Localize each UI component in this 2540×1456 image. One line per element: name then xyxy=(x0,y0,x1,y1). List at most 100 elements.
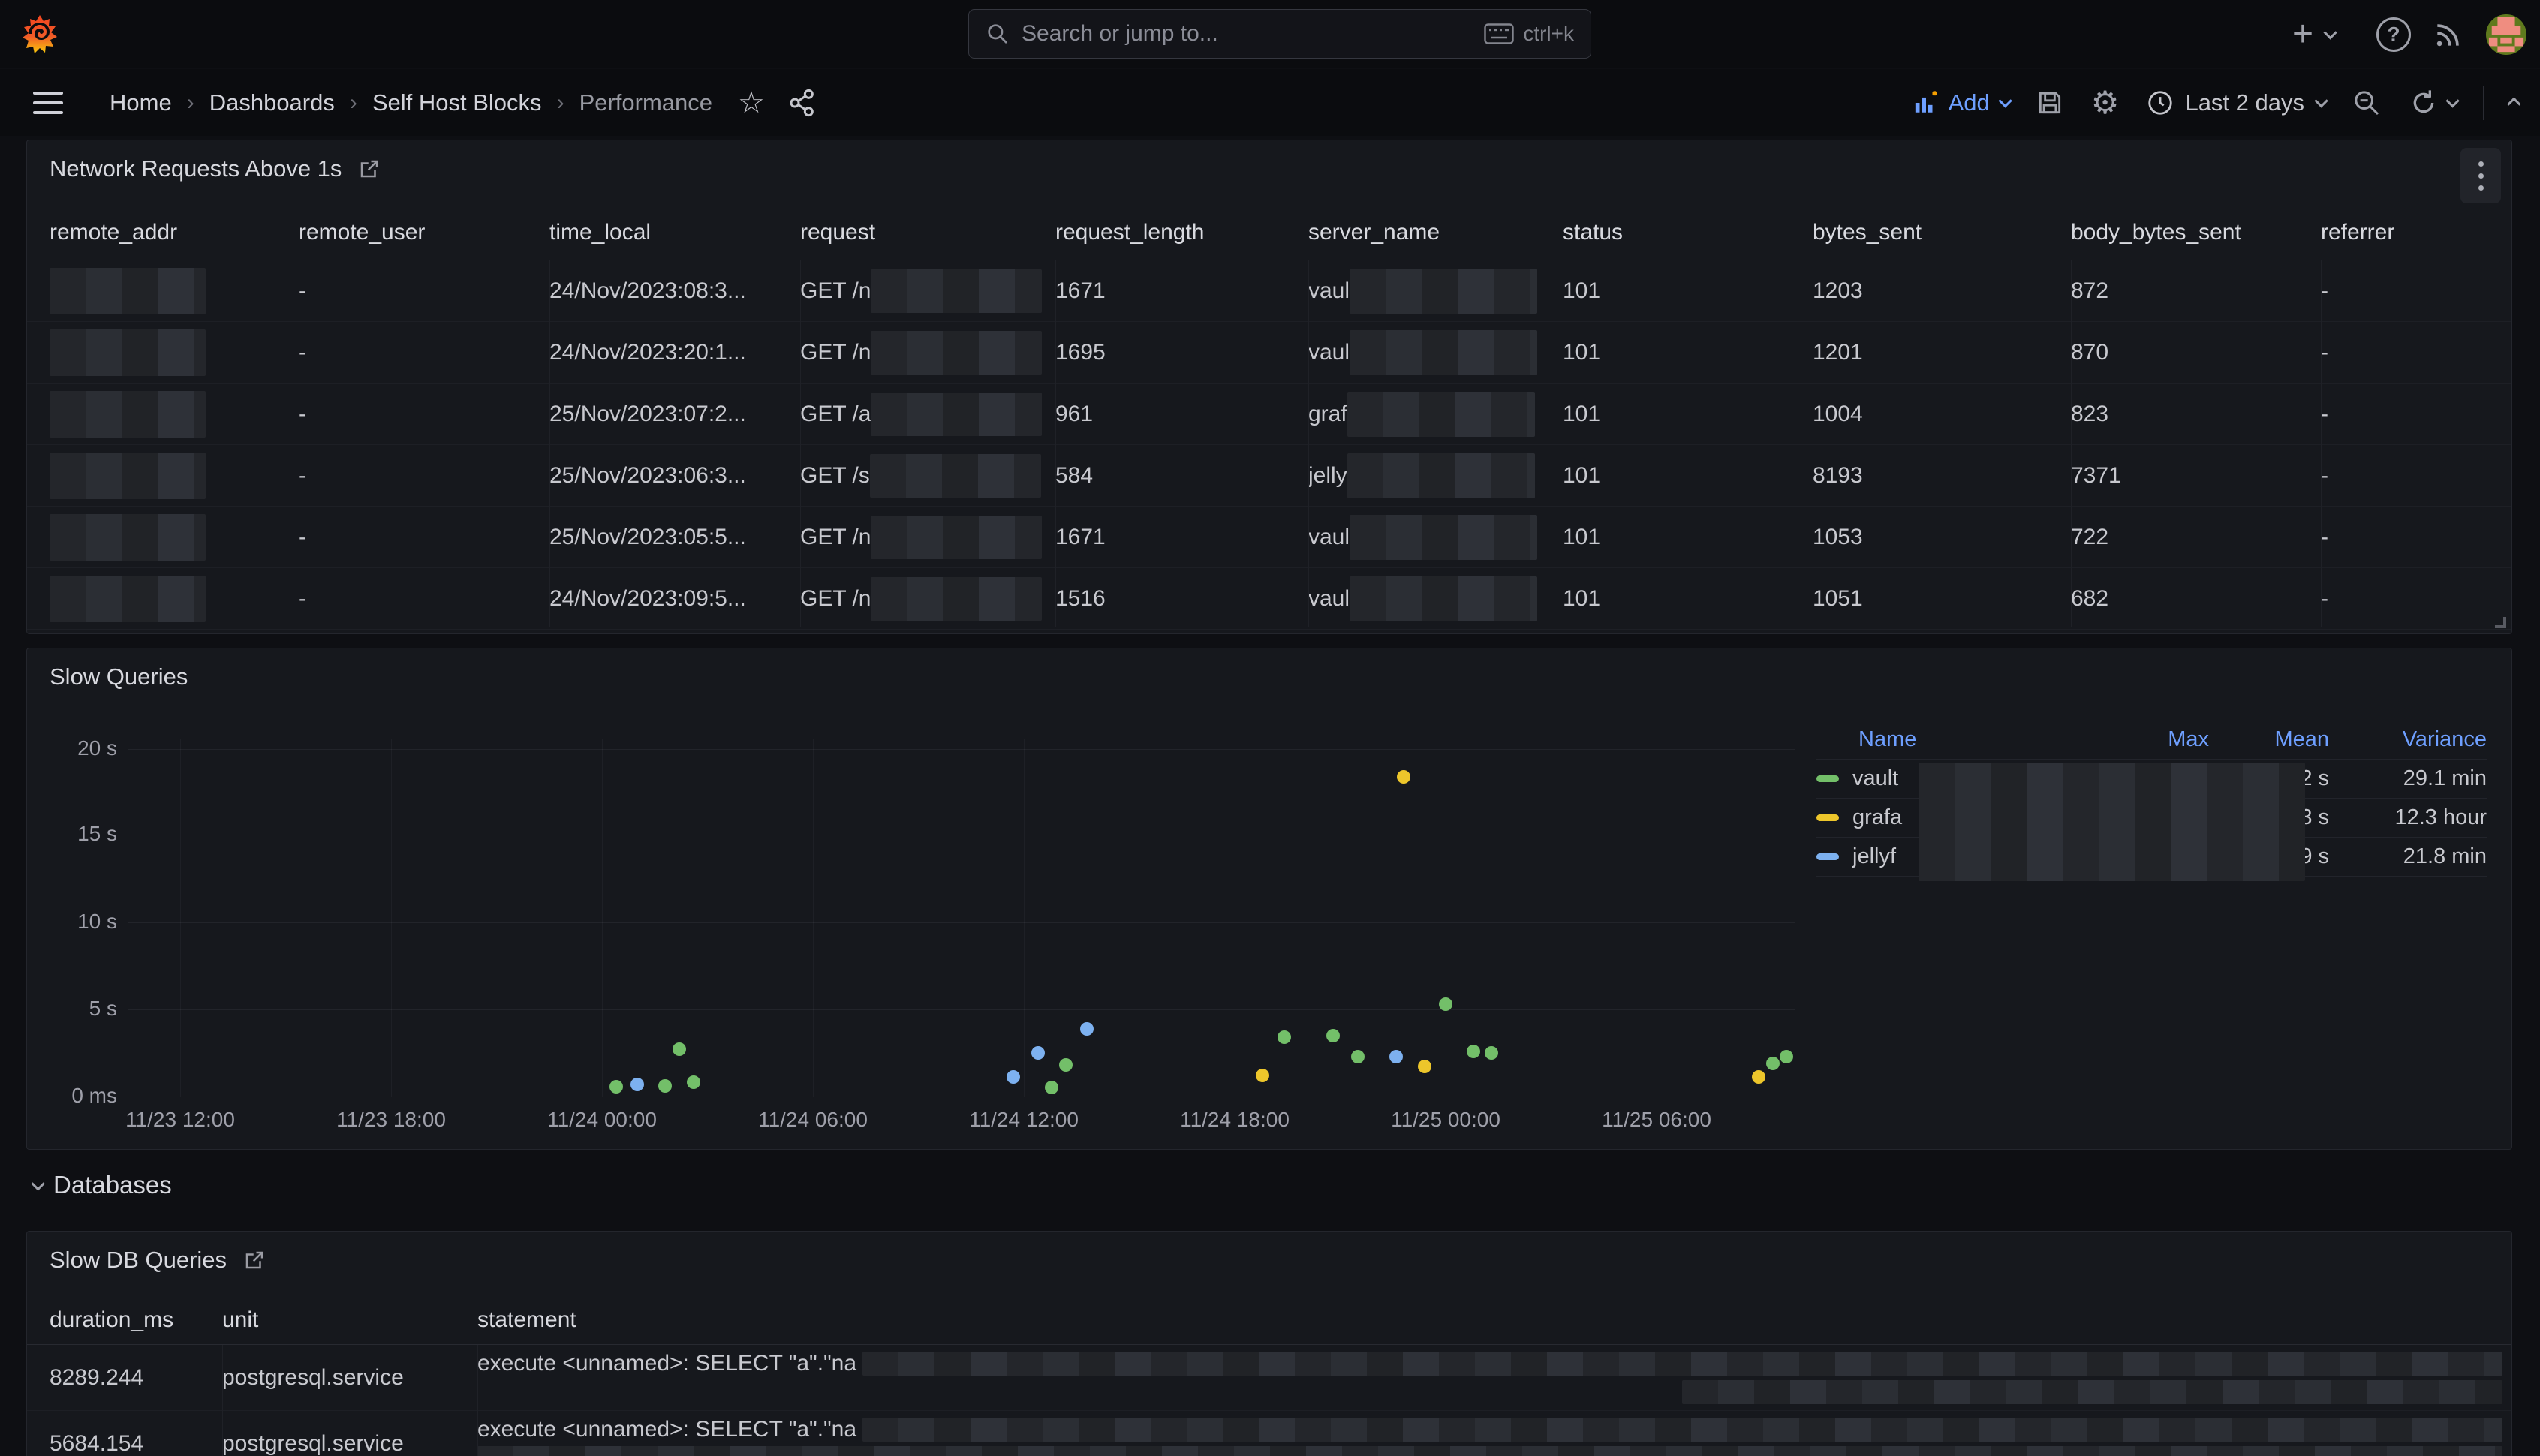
external-link-icon[interactable] xyxy=(243,1249,266,1271)
search-input[interactable]: Search or jump to... ctrl+k xyxy=(968,9,1591,59)
cell-bytes-sent: 1053 xyxy=(1813,525,2071,550)
cell-time-local: 25/Nov/2023:07:2... xyxy=(549,402,800,427)
cell-status: 101 xyxy=(1563,586,1813,612)
menu-icon[interactable] xyxy=(33,92,63,114)
save-dashboard-icon[interactable] xyxy=(2036,89,2064,117)
help-icon[interactable]: ? xyxy=(2376,17,2411,52)
breadcrumb-dashboards[interactable]: Dashboards xyxy=(209,89,335,116)
column-divider xyxy=(222,1345,223,1456)
refresh-button[interactable] xyxy=(2409,88,2456,118)
cell-duration-ms: 5684.154 xyxy=(50,1431,222,1456)
column-header[interactable]: request_length xyxy=(1055,220,1308,245)
column-header[interactable]: unit xyxy=(222,1307,477,1333)
panel-title[interactable]: Slow DB Queries xyxy=(50,1247,227,1274)
add-panel-button[interactable]: Add xyxy=(1913,89,2009,116)
row-title: Databases xyxy=(53,1171,172,1199)
cell-status: 101 xyxy=(1563,463,1813,489)
redacted-cell xyxy=(871,577,1042,621)
scatter-point-vault xyxy=(1780,1050,1793,1063)
panel-network-requests: Network Requests Above 1s remote_addr re… xyxy=(26,140,2512,634)
redacted-cell xyxy=(1347,392,1535,437)
chevron-down-icon xyxy=(31,1177,44,1190)
new-menu-button[interactable]: + xyxy=(2292,17,2334,53)
cell-request: GET /s xyxy=(800,454,1055,498)
grafana-logo[interactable] xyxy=(21,15,59,54)
scatter-point-grafana xyxy=(1256,1069,1269,1082)
column-header[interactable]: time_local xyxy=(549,220,800,245)
legend-header: Name Max Mean Variance xyxy=(1816,720,2487,760)
zoom-out-icon[interactable] xyxy=(2352,88,2382,118)
scatter-point-vault xyxy=(1326,1029,1340,1042)
scatter-point-jellyfin xyxy=(630,1078,644,1091)
column-divider xyxy=(1308,260,1309,627)
column-header[interactable]: status xyxy=(1563,220,1813,245)
cell-request-length: 961 xyxy=(1055,402,1308,427)
legend-header-mean[interactable]: Mean xyxy=(2209,727,2329,752)
redacted-cell xyxy=(50,576,206,622)
cell-server-name: graf xyxy=(1308,392,1563,437)
row-databases[interactable]: Databases xyxy=(32,1171,172,1199)
scatter-point-vault xyxy=(1278,1030,1291,1044)
legend-header-max[interactable]: Max xyxy=(2096,727,2209,752)
column-header[interactable]: referrer xyxy=(2321,220,2511,245)
share-icon[interactable] xyxy=(787,88,817,118)
cell-remote-user: - xyxy=(299,340,549,366)
star-icon[interactable]: ☆ xyxy=(738,86,765,120)
scatter-point-vault xyxy=(1439,997,1452,1011)
cell-status: 101 xyxy=(1563,525,1813,550)
redacted-cell xyxy=(1350,330,1537,375)
breadcrumb-separator: › xyxy=(557,90,564,116)
breadcrumb-home[interactable]: Home xyxy=(110,89,172,116)
column-header[interactable]: server_name xyxy=(1308,220,1563,245)
db-table-body: 8289.244postgresql.serviceexecute <unnam… xyxy=(27,1345,2511,1456)
cell-body-bytes-sent: 823 xyxy=(2071,402,2321,427)
cell-remote-user: - xyxy=(299,463,549,489)
search-placeholder: Search or jump to... xyxy=(1022,21,1472,47)
scatter-point-vault xyxy=(609,1080,623,1094)
column-header[interactable]: remote_user xyxy=(299,220,549,245)
breadcrumb-folder[interactable]: Self Host Blocks xyxy=(372,89,542,116)
cell-unit: postgresql.service xyxy=(222,1365,477,1391)
scatter-point-vault xyxy=(1485,1046,1498,1060)
cell-request: GET /n xyxy=(800,331,1055,375)
scatter-point-vault xyxy=(658,1079,672,1093)
column-header[interactable]: duration_ms xyxy=(50,1307,222,1333)
column-divider xyxy=(549,260,550,627)
x-axis-label: 11/24 00:00 xyxy=(547,1108,657,1132)
cell-referrer: - xyxy=(2321,586,2511,612)
column-header[interactable]: statement xyxy=(477,1307,2511,1333)
cell-body-bytes-sent: 7371 xyxy=(2071,463,2321,489)
dashboard-settings-icon[interactable]: ⚙ xyxy=(2091,87,2120,119)
chevron-down-icon xyxy=(2314,94,2328,107)
legend-header-name[interactable]: Name xyxy=(1816,727,2096,752)
search-icon xyxy=(986,22,1010,46)
y-axis-label: 0 ms xyxy=(27,1084,117,1108)
legend-variance-value: 12.3 hour xyxy=(2329,805,2487,830)
column-header[interactable]: request xyxy=(800,220,1055,245)
cell-referrer: - xyxy=(2321,340,2511,366)
cell-remote-user: - xyxy=(299,402,549,427)
table-row: -24/Nov/2023:08:3...GET /n1671vaul101120… xyxy=(27,260,2511,322)
user-avatar[interactable] xyxy=(2486,14,2526,55)
external-link-icon[interactable] xyxy=(358,158,381,180)
cell-referrer: - xyxy=(2321,278,2511,304)
collapse-toolbar-icon[interactable] xyxy=(2507,97,2520,110)
gridline xyxy=(128,1009,1795,1010)
legend-header-variance[interactable]: Variance xyxy=(2329,727,2487,752)
time-range-picker[interactable]: Last 2 days xyxy=(2146,89,2325,117)
panel-menu-icon[interactable] xyxy=(2460,148,2501,203)
panel-title[interactable]: Slow Queries xyxy=(50,663,188,690)
cell-body-bytes-sent: 870 xyxy=(2071,340,2321,366)
panel-title[interactable]: Network Requests Above 1s xyxy=(50,155,342,182)
column-header[interactable]: bytes_sent xyxy=(1813,220,2071,245)
redacted-cell xyxy=(871,393,1042,436)
breadcrumb-current: Performance xyxy=(579,89,712,116)
news-rss-icon[interactable] xyxy=(2432,18,2465,51)
panel-resize-handle[interactable] xyxy=(2495,617,2506,628)
series-color-swatch xyxy=(1816,814,1839,821)
cell-request-length: 1671 xyxy=(1055,525,1308,550)
column-header[interactable]: remote_addr xyxy=(50,220,299,245)
scatter-point-jellyfin xyxy=(1080,1022,1094,1036)
column-header[interactable]: body_bytes_sent xyxy=(2071,220,2321,245)
redacted-cell xyxy=(1347,453,1535,498)
